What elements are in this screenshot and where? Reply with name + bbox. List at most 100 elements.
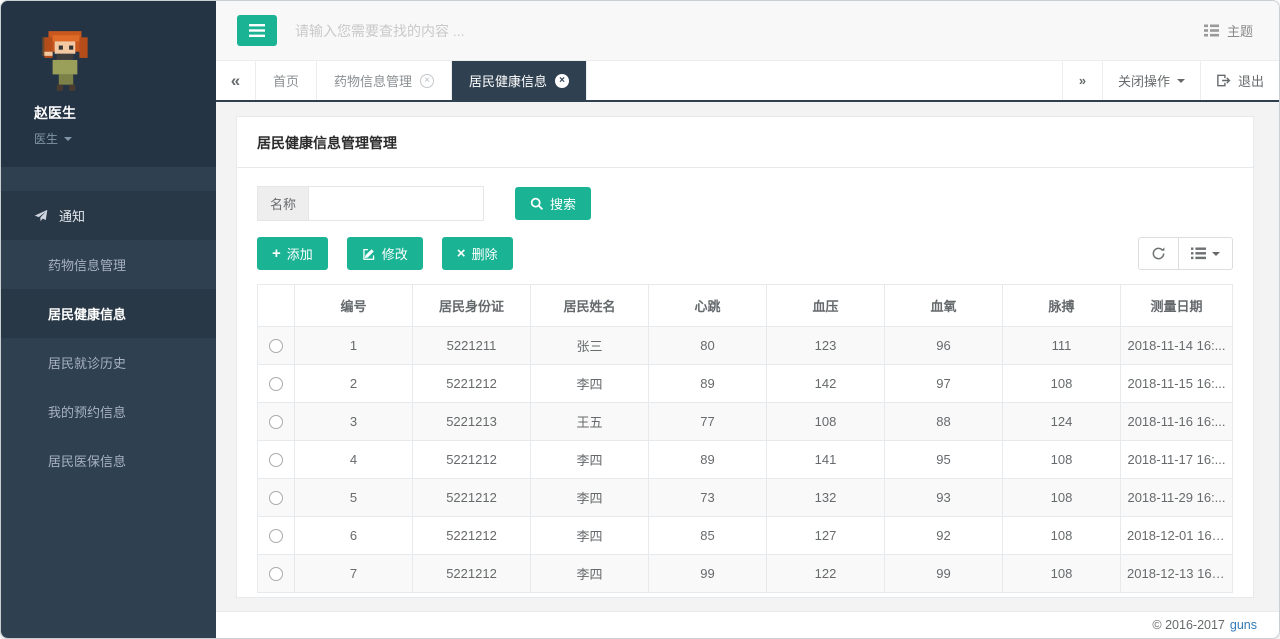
paper-plane-icon — [34, 209, 48, 223]
tabs-scroll-right-button[interactable]: » — [1062, 61, 1102, 100]
row-selector-cell — [258, 441, 295, 479]
tab-label: 首页 — [273, 71, 299, 90]
search-button[interactable]: 搜索 — [515, 187, 591, 220]
app-window: 赵医生 医生 通知药物信息管理居民健康信息居民就诊历史我的预约信息居民医保信息 — [0, 0, 1280, 639]
column-header: 编号 — [295, 285, 413, 327]
sidebar-item-label: 通知 — [59, 206, 85, 225]
main-area: 主题 « 首页药物信息管理×居民健康信息× » 关闭操作 退出 — [216, 1, 1279, 638]
close-tab-icon[interactable]: × — [555, 74, 569, 88]
table-cell: 张三 — [531, 327, 649, 365]
table-row[interactable]: 55221212李四73132931082018-11-29 16:... — [258, 479, 1233, 517]
row-radio-button[interactable] — [269, 339, 283, 353]
tabs-scroll-left-button[interactable]: « — [216, 61, 256, 100]
table-cell: 132 — [767, 479, 885, 517]
delete-button[interactable]: × 删除 — [442, 237, 513, 270]
table-cell: 2018-12-13 16:... — [1121, 555, 1233, 593]
sidebar-toggle-button[interactable] — [237, 15, 277, 46]
tabs-strip: 首页药物信息管理×居民健康信息× — [256, 61, 587, 100]
theme-button[interactable]: 主题 — [1204, 21, 1253, 40]
columns-toggle-button[interactable] — [1178, 237, 1233, 270]
table-cell: 5 — [295, 479, 413, 517]
table-row[interactable]: 65221212李四85127921082018-12-01 16:... — [258, 517, 1233, 555]
column-header: 脉搏 — [1003, 285, 1121, 327]
global-search-input[interactable] — [293, 22, 1204, 40]
sidebar-item-drug-info[interactable]: 药物信息管理 — [1, 240, 216, 289]
user-role-label: 医生 — [34, 130, 58, 147]
add-button[interactable]: + 添加 — [257, 237, 328, 270]
refresh-button[interactable] — [1138, 237, 1178, 270]
row-radio-button[interactable] — [269, 377, 283, 391]
table-cell: 99 — [649, 555, 767, 593]
user-name: 赵医生 — [34, 103, 206, 123]
caret-down-icon — [64, 137, 72, 141]
table-cell: 2018-12-01 16:... — [1121, 517, 1233, 555]
table-cell: 1 — [295, 327, 413, 365]
row-radio-button[interactable] — [269, 491, 283, 505]
row-selector-cell — [258, 403, 295, 441]
edit-button-label: 修改 — [382, 244, 408, 263]
caret-down-icon — [1177, 79, 1185, 83]
panel-title: 居民健康信息管理管理 — [237, 117, 1253, 168]
table-cell: 2018-11-15 16:... — [1121, 365, 1233, 403]
table-row[interactable]: 35221213王五77108881242018-11-16 16:... — [258, 403, 1233, 441]
table-cell: 2018-11-16 16:... — [1121, 403, 1233, 441]
table-header: 编号居民身份证居民姓名心跳血压血氧脉搏测量日期 — [258, 285, 1233, 327]
table-cell: 88 — [885, 403, 1003, 441]
table-cell: 99 — [885, 555, 1003, 593]
row-radio-button[interactable] — [269, 567, 283, 581]
table-cell: 108 — [1003, 365, 1121, 403]
tabbar-actions: » 关闭操作 退出 — [1062, 61, 1279, 100]
selector-column-header — [258, 285, 295, 327]
row-radio-button[interactable] — [269, 415, 283, 429]
table-options-group — [1138, 237, 1233, 270]
topbar: 主题 — [216, 1, 1279, 61]
edit-icon — [362, 247, 376, 261]
table-cell: 97 — [885, 365, 1003, 403]
name-search-input[interactable] — [308, 186, 484, 221]
tab-resident-health[interactable]: 居民健康信息× — [452, 61, 587, 100]
row-radio-button[interactable] — [269, 453, 283, 467]
table-cell: 3 — [295, 403, 413, 441]
plus-icon: + — [272, 246, 281, 261]
table-cell: 77 — [649, 403, 767, 441]
search-form: 名称 搜索 — [257, 186, 1233, 221]
sign-out-icon — [1216, 73, 1231, 88]
table-cell: 2018-11-14 16:... — [1121, 327, 1233, 365]
close-operations-dropdown[interactable]: 关闭操作 — [1102, 61, 1200, 100]
sidebar-item-label: 居民健康信息 — [48, 307, 126, 322]
x-icon: × — [457, 246, 466, 261]
logout-label: 退出 — [1238, 71, 1264, 90]
edit-button[interactable]: 修改 — [347, 237, 423, 270]
table-cell: 93 — [885, 479, 1003, 517]
tab-drug-info[interactable]: 药物信息管理× — [317, 61, 452, 100]
user-role-dropdown[interactable]: 医生 — [34, 130, 206, 147]
sidebar-item-notice[interactable]: 通知 — [1, 191, 216, 240]
close-tab-icon[interactable]: × — [420, 74, 434, 88]
table-cell: 108 — [767, 403, 885, 441]
row-radio-button[interactable] — [269, 529, 283, 543]
logout-button[interactable]: 退出 — [1200, 61, 1279, 100]
table-cell: 李四 — [531, 479, 649, 517]
column-header: 测量日期 — [1121, 285, 1233, 327]
search-button-label: 搜索 — [550, 194, 576, 213]
sidebar-item-insurance-info[interactable]: 居民医保信息 — [1, 436, 216, 485]
table-row[interactable]: 75221212李四99122991082018-12-13 16:... — [258, 555, 1233, 593]
sidebar-item-my-appointments[interactable]: 我的预约信息 — [1, 387, 216, 436]
sidebar-item-visit-history[interactable]: 居民就诊历史 — [1, 338, 216, 387]
sidebar-item-resident-health[interactable]: 居民健康信息 — [1, 289, 216, 338]
table-cell: 95 — [885, 441, 1003, 479]
sidebar-item-label: 药物信息管理 — [48, 258, 126, 273]
table-cell: 80 — [649, 327, 767, 365]
table-row[interactable]: 45221212李四89141951082018-11-17 16:... — [258, 441, 1233, 479]
table-cell: 5221212 — [413, 517, 531, 555]
table-cell: 85 — [649, 517, 767, 555]
row-selector-cell — [258, 555, 295, 593]
sidebar: 赵医生 医生 通知药物信息管理居民健康信息居民就诊历史我的预约信息居民医保信息 — [1, 1, 216, 638]
guns-link[interactable]: guns — [1230, 618, 1257, 632]
tab-home[interactable]: 首页 — [256, 61, 317, 100]
close-operations-label: 关闭操作 — [1118, 71, 1170, 90]
row-selector-cell — [258, 517, 295, 555]
table-cell: 127 — [767, 517, 885, 555]
table-row[interactable]: 15221211张三80123961112018-11-14 16:... — [258, 327, 1233, 365]
table-row[interactable]: 25221212李四89142971082018-11-15 16:... — [258, 365, 1233, 403]
